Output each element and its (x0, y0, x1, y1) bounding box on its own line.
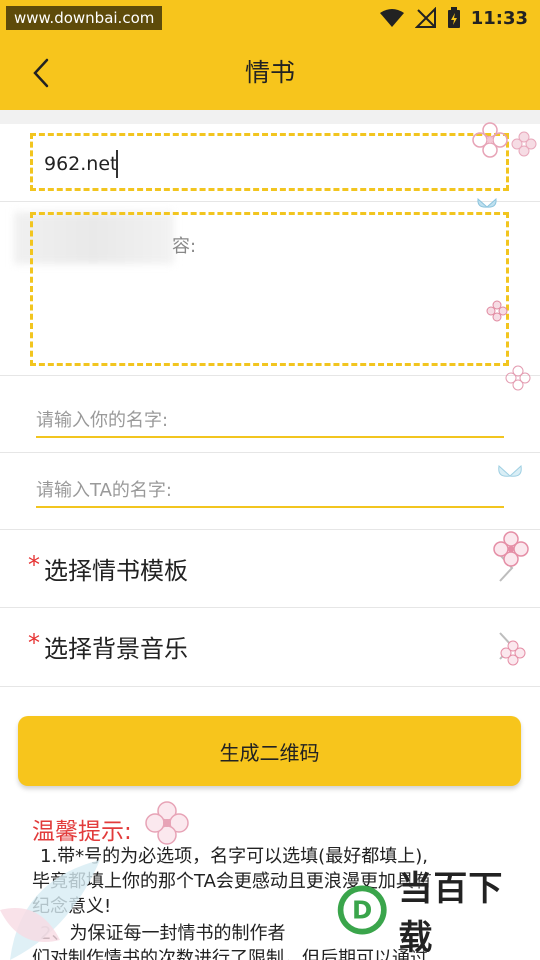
svg-text:D: D (352, 895, 372, 924)
battery-charging-icon (447, 7, 460, 28)
row-separator (0, 607, 540, 608)
generate-qrcode-button[interactable]: 生成二维码 (18, 716, 521, 786)
text-caret (116, 150, 118, 178)
no-signal-icon (414, 7, 436, 28)
chevron-right-icon (499, 554, 514, 582)
tips-title: 温馨提示: (32, 819, 132, 845)
row-separator (0, 686, 540, 687)
select-template-label: 选择情书模板 (44, 557, 188, 585)
wifi-icon (379, 9, 404, 27)
header: 情书 (0, 36, 540, 110)
brand-watermark: D 当百下载 (334, 869, 530, 958)
required-mark: * (28, 551, 40, 579)
row-separator (0, 201, 540, 202)
content-textarea[interactable] (30, 212, 509, 366)
header-divider (0, 110, 540, 124)
row-separator (0, 452, 540, 453)
select-music-row[interactable]: * 选择背景音乐 (0, 609, 540, 685)
page-title: 情书 (244, 58, 295, 87)
back-button[interactable] (22, 54, 60, 92)
select-music-label: 选择背景音乐 (44, 635, 188, 663)
back-arrow-icon (33, 58, 49, 88)
brand-logo-icon: D (337, 885, 387, 935)
your-name-input[interactable] (36, 404, 504, 438)
watermark: www.downbai.com (6, 6, 163, 30)
status-icons: 11:33 (379, 6, 528, 30)
status-bar: www.downbai.com 11:33 (0, 0, 540, 36)
select-template-row[interactable]: * 选择情书模板 (0, 531, 540, 607)
required-mark: * (28, 629, 40, 657)
brand-name: 当百下载 (398, 869, 504, 958)
flower-decoration-icon (145, 801, 189, 845)
chevron-right-icon (499, 632, 514, 660)
ta-name-input[interactable] (36, 474, 504, 508)
flower-decoration-icon (505, 365, 531, 391)
flower-decoration-icon (511, 131, 537, 157)
status-time: 11:33 (470, 7, 528, 29)
row-separator (0, 375, 540, 376)
title-input[interactable] (44, 150, 484, 178)
row-separator (0, 529, 540, 530)
